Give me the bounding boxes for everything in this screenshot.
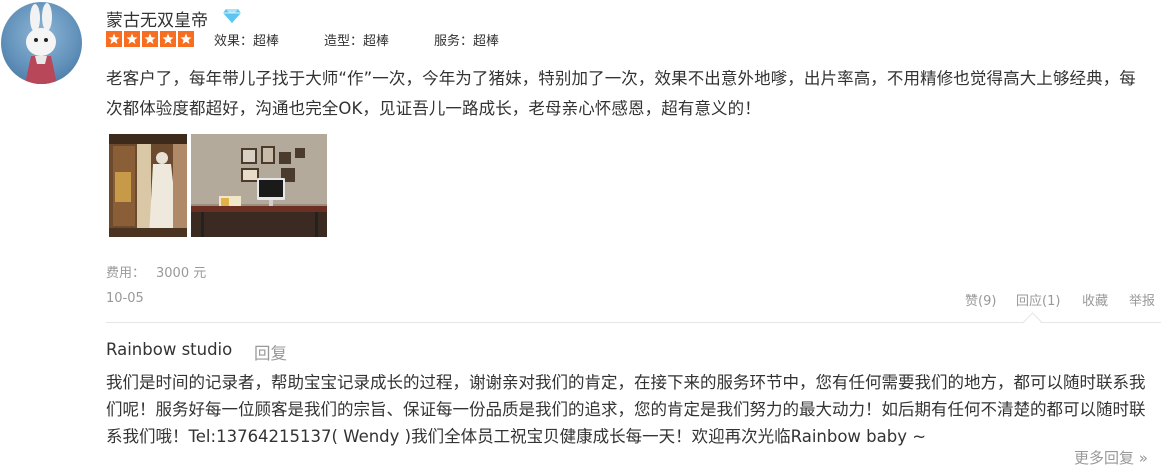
user-avatar[interactable] [1, 2, 82, 84]
username[interactable]: 蒙古无双皇帝 [106, 6, 208, 31]
rating-effect: 效果：超棒 [214, 34, 280, 49]
reply-author: Rainbow studio [106, 340, 233, 359]
photo-thumbnail-studio-desk[interactable] [191, 134, 327, 237]
star-icon [124, 31, 140, 47]
reply-label: 回复 [254, 344, 287, 363]
star-rating [106, 31, 194, 47]
diamond-icon [222, 8, 242, 24]
reply-button[interactable]: 回应(1) [1016, 290, 1060, 309]
reply-pointer [1023, 312, 1042, 331]
rating-service: 服务：超棒 [434, 34, 500, 49]
photo-thumbnail-closet[interactable] [109, 134, 187, 237]
star-icon [142, 31, 158, 47]
star-icon [106, 31, 122, 47]
reply-text: 我们是时间的记录者，帮助宝宝记录成长的过程，谢谢亲对我们的肯定，在接下来的服务环… [106, 373, 1146, 446]
like-button[interactable]: 赞(9) [965, 290, 996, 309]
cost-value: 3000 元 [156, 266, 207, 281]
rating-styling: 造型：超棒 [324, 34, 390, 49]
cost-label: 费用： [106, 266, 146, 281]
review-text: 老客户了，每年带儿子找于大师“作”一次，今年为了猪妹，特别加了一次，效果不出意外… [106, 69, 1136, 118]
star-icon [160, 31, 176, 47]
favorite-button[interactable]: 收藏 [1082, 290, 1108, 309]
more-replies-link[interactable]: 更多回复 » [1074, 447, 1148, 468]
review-date: 10-05 [106, 291, 144, 306]
star-icon [178, 31, 194, 47]
report-button[interactable]: 举报 [1129, 290, 1155, 309]
divider [106, 322, 1161, 323]
